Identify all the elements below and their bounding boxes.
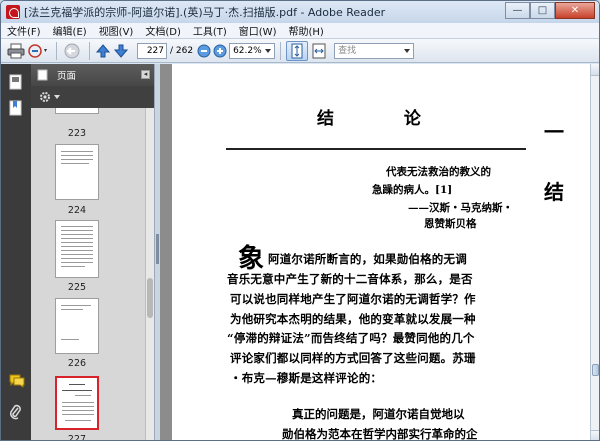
chevron-down-icon <box>404 48 411 53</box>
menu-document[interactable]: 文档(D) <box>139 23 187 38</box>
body-line: “停滞的辩证法”而告终结了吗？最赞同他的几个 <box>227 331 475 345</box>
find-placeholder: 查找 <box>338 45 357 56</box>
chevron-down-icon <box>265 48 272 53</box>
menu-tools[interactable]: 工具(T) <box>187 23 233 38</box>
share-button[interactable] <box>27 42 49 60</box>
page-number-input[interactable]: 227 <box>137 42 167 59</box>
zoom-in-button[interactable] <box>213 42 227 60</box>
epigraph-line: 恩赞斯贝格 <box>424 218 477 230</box>
epigraph-line: ——汉斯・马克纳斯・ <box>408 202 513 214</box>
scroll-down-button[interactable] <box>591 430 599 440</box>
bookmarks-icon[interactable] <box>9 100 23 116</box>
panel-collapse-button[interactable]: ◂ <box>141 70 150 79</box>
zoom-level: 62.2% <box>233 45 262 56</box>
menu-bar: 文件(F) 编辑(E) 视图(V) 文档(D) 工具(T) 窗口(W) 帮助(H… <box>1 23 599 39</box>
find-input[interactable]: 查找 <box>334 42 415 59</box>
menu-edit[interactable]: 编辑(E) <box>47 23 93 38</box>
chapter-title: 结 论 <box>317 109 453 129</box>
menu-window[interactable]: 窗口(W) <box>233 23 283 38</box>
pages-icon[interactable] <box>9 74 23 90</box>
arrow-down-icon <box>113 44 129 58</box>
title-rule <box>226 148 526 150</box>
body-line: 为他研究本杰明的结果，他的变革就以发展一种 <box>230 312 476 326</box>
menu-help[interactable]: 帮助(H) <box>282 23 329 38</box>
back-arrow-icon <box>64 43 80 58</box>
printer-icon <box>7 43 25 58</box>
zoom-level-select[interactable]: 62.2% <box>229 42 276 59</box>
pages-panel-options[interactable] <box>31 86 154 108</box>
title-bar: [法兰克福学派的宗师-阿道尔诺].(英)马丁·杰.扫描版.pdf - Adobe… <box>1 1 599 23</box>
plus-circle-icon <box>213 44 227 57</box>
epigraph-line: 急躁的病人。[1] <box>372 184 453 196</box>
pages-panel-header: 页面 ◂ <box>31 64 154 86</box>
prev-view-button[interactable] <box>62 42 82 60</box>
fit-page-icon <box>291 43 303 58</box>
adobe-reader-window: [法兰克福学派的宗师-阿道尔诺].(英)马丁·杰.扫描版.pdf - Adobe… <box>0 0 600 441</box>
close-button[interactable]: ✕ <box>555 2 595 19</box>
pages-panel: 页面 ◂ 223 224 225 226 227 <box>31 64 154 441</box>
fit-page-button[interactable] <box>286 40 309 61</box>
share-icon <box>28 43 47 58</box>
thumbnail-label: 224 <box>67 205 87 216</box>
menu-view[interactable]: 视图(V) <box>93 23 140 38</box>
window-title: [法兰克福学派的宗师-阿道尔诺].(英)马丁·杰.扫描版.pdf - Adobe… <box>24 6 386 19</box>
pages-panel-title: 页面 <box>57 71 77 82</box>
next-page-button[interactable] <box>113 42 129 60</box>
fit-width-icon <box>312 43 326 58</box>
scrollbar-thumb[interactable] <box>147 278 153 318</box>
navigation-rail <box>1 64 31 440</box>
facing-page-glyph: 结 <box>544 180 564 204</box>
toolbar: 227 / 262 62.2% 查找 <box>1 39 599 63</box>
toolbar-separator <box>280 41 282 60</box>
comments-icon[interactable] <box>9 374 25 388</box>
facing-page-glyph: 一 <box>544 120 564 144</box>
toolbar-separator <box>89 41 90 60</box>
window-controls: — □ ✕ <box>505 2 595 19</box>
previous-page-button[interactable] <box>95 42 111 60</box>
body-line: 评论家们都以同样的方式回答了这些问题。苏珊 <box>230 351 476 365</box>
thumbnail-label: 223 <box>67 128 87 139</box>
gear-icon <box>40 92 50 102</box>
toolbar-separator <box>56 41 57 60</box>
arrow-up-icon <box>95 43 111 57</box>
epigraph-line: 代表无法救治的教义的 <box>386 166 491 178</box>
minimize-button[interactable]: — <box>505 2 530 19</box>
page-thumbnail[interactable] <box>55 298 99 354</box>
page-thumbnail[interactable] <box>55 144 99 200</box>
block-quote-line: 勋伯格为范本在哲学内部实行革命的企 <box>282 427 478 441</box>
adobe-reader-icon <box>6 5 20 19</box>
document-page: 结 论 代表无法救治的教义的 急躁的病人。[1] ——汉斯・马克纳斯・ 恩赞斯贝… <box>172 64 590 441</box>
minus-circle-icon <box>197 44 211 57</box>
scroll-up-button[interactable] <box>591 64 599 76</box>
thumbnail-list: 223 224 225 226 227 <box>31 108 145 441</box>
print-button[interactable] <box>7 42 25 60</box>
pages-icon <box>37 69 48 81</box>
block-quote-line: 真正的问题是，阿道尔诺自觉地以 <box>292 407 465 421</box>
page-thumbnail[interactable] <box>55 108 99 114</box>
fit-width-button[interactable] <box>310 42 328 60</box>
scrollbar-thumb[interactable] <box>592 364 599 376</box>
page-total: / 262 <box>170 45 194 56</box>
document-scrollbar[interactable] <box>590 64 599 440</box>
menu-file[interactable]: 文件(F) <box>1 23 47 38</box>
zoom-out-button[interactable] <box>197 42 211 60</box>
thumbnail-label: 225 <box>67 282 87 293</box>
body-line: ・布克—穆斯是这样评论的： <box>230 371 383 385</box>
drop-cap: 象 <box>238 244 265 274</box>
page-thumbnail-selected[interactable] <box>55 376 99 430</box>
page-thumbnail[interactable] <box>55 220 99 278</box>
thumbnail-label: 227 <box>67 434 87 441</box>
maximize-button[interactable]: □ <box>530 2 555 19</box>
body-line: 音乐无意中产生了新的十二音体系，那么，是否 <box>227 272 473 286</box>
document-view[interactable]: 结 论 代表无法救治的教义的 急躁的病人。[1] ——汉斯・马克纳斯・ 恩赞斯贝… <box>160 64 590 441</box>
chevron-down-icon <box>54 95 60 99</box>
paperclip-icon[interactable] <box>9 404 23 422</box>
body-line: 阿道尔诺所断言的，如果勋伯格的无调 <box>268 252 467 266</box>
body-line: 可以说也同样地产生了阿道尔诺的无调哲学？作 <box>230 292 476 306</box>
thumbnail-label: 226 <box>67 358 87 369</box>
thumbnail-scrollbar[interactable] <box>145 108 154 440</box>
